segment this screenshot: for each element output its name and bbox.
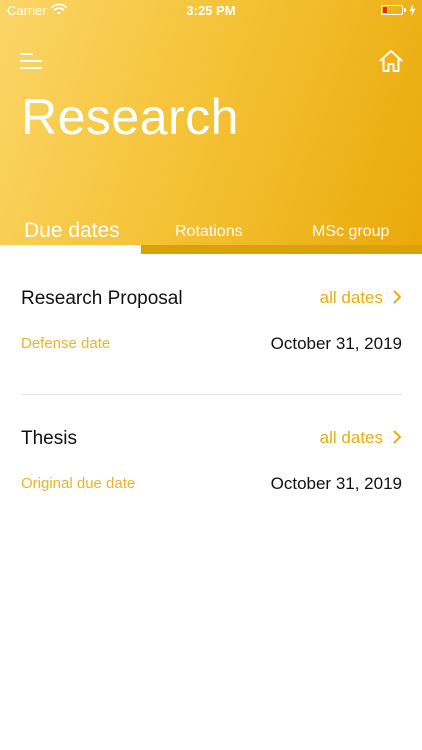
row-label: Original due date: [21, 475, 136, 492]
section-divider: [21, 394, 402, 395]
home-icon[interactable]: [378, 49, 404, 73]
section-title: Research Proposal: [21, 288, 183, 309]
page-title: Research: [21, 89, 239, 145]
tab-due-dates[interactable]: Due dates: [24, 219, 120, 243]
chevron-right-icon: [393, 290, 401, 304]
section-research-proposal: Research Proposal all dates Defense date…: [21, 288, 402, 358]
row-value: October 31, 2019: [270, 334, 402, 353]
battery-nub: [404, 8, 406, 12]
tab-indicator-track: [141, 245, 422, 254]
section-thesis: Thesis all dates Original due date Octob…: [21, 428, 402, 498]
menu-line-1: [20, 53, 33, 55]
menu-line-2: [20, 60, 42, 62]
section-title: Thesis: [21, 428, 77, 449]
battery-icon: [381, 5, 406, 15]
hamburger-menu-icon[interactable]: [20, 50, 44, 72]
clock: 3:25 PM: [186, 3, 236, 18]
tab-active-indicator: [0, 245, 141, 254]
menu-line-3: [20, 67, 42, 69]
all-dates-link[interactable]: all dates: [320, 288, 402, 308]
row-value: October 31, 2019: [270, 474, 402, 493]
charging-bolt-icon: [409, 4, 416, 16]
tab-rotations[interactable]: Rotations: [175, 223, 243, 241]
tab-msc-group[interactable]: MSc group: [312, 223, 389, 241]
row-label: Defense date: [21, 335, 111, 352]
battery-level: [383, 7, 387, 13]
chevron-right-icon: [393, 430, 401, 444]
all-dates-link[interactable]: all dates: [320, 428, 402, 448]
all-dates-label: all dates: [319, 428, 383, 447]
all-dates-label: all dates: [319, 288, 383, 307]
status-bar: Carrier 3:25 PM: [0, 0, 422, 22]
